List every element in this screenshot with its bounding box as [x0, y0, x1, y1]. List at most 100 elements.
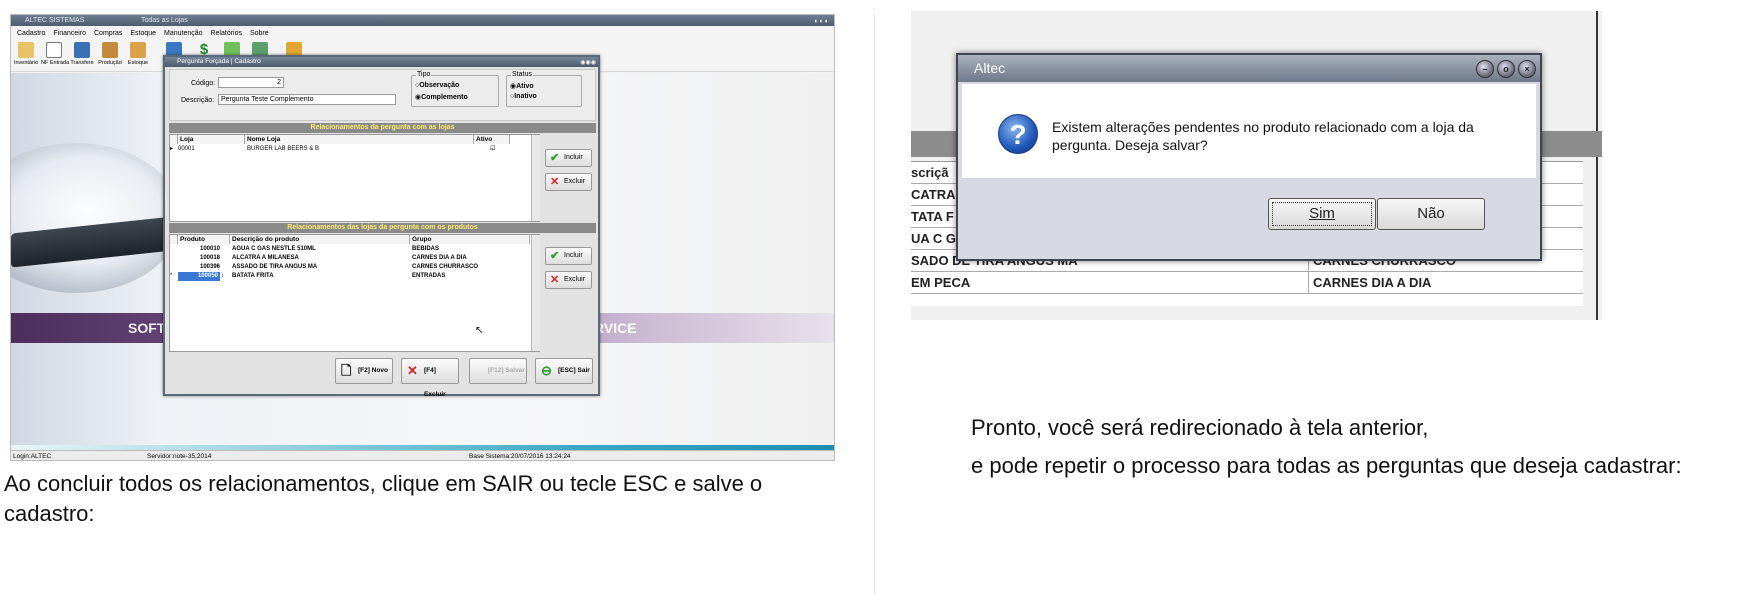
- produtos-section-header: Relacionamentos das lojas da pergunta co…: [169, 223, 596, 233]
- app-subtitle: Todas as Lojas: [141, 17, 188, 24]
- menu-manutencao[interactable]: Manutenção: [164, 30, 203, 37]
- tipo-complemento-radio[interactable]: ◉Complemento: [415, 93, 468, 101]
- dialog-title: Pergunta Forçada | Cadastro: [177, 58, 261, 65]
- status-group: Status ◉Ativo ○Inativo: [506, 71, 582, 107]
- row-pointer-icon: ▸: [170, 146, 174, 152]
- lookup-arrow-icon[interactable]: ↕: [221, 272, 224, 281]
- produtos-scrollbar[interactable]: [531, 235, 540, 351]
- status-label: Status: [511, 71, 533, 78]
- tipo-group: Tipo ○Observação ◉Complemento: [411, 71, 499, 107]
- confirm-titlebar: Altec – o ×: [958, 55, 1540, 82]
- table-row[interactable]: ▸ 00001 BURGER LAB BEERS & B ☑: [170, 145, 539, 154]
- col-produto[interactable]: Produto: [178, 235, 230, 244]
- app-titlebar: ALTEC SISTEMAS Todas as Lojas ◐◐◐: [11, 15, 834, 26]
- form-header: Código: 2 Descrição: Pergunta Teste Comp…: [169, 69, 596, 121]
- produtos-grid: Produto Descrição do produto Grupo 10001…: [169, 234, 540, 352]
- table-row[interactable]: 100010 AGUA C GAS NESTLE 510ML BEBIDAS: [170, 245, 539, 254]
- cell-grupo: CARNES DIA A DIA: [1308, 272, 1431, 294]
- incluir-produto-button[interactable]: ✔ Incluir: [545, 247, 592, 265]
- cell-grupo: ENTRADAS: [412, 273, 446, 279]
- sair-label: [ESC] Sair: [558, 367, 590, 374]
- table-row[interactable]: EM PECA CARNES DIA A DIA: [911, 272, 1583, 294]
- col-ativo[interactable]: Ativo: [474, 135, 510, 144]
- tool-estoque[interactable]: Estoque: [125, 42, 151, 66]
- confirm-title: Altec: [974, 60, 1006, 76]
- menu-sobre[interactable]: Sobre: [250, 30, 269, 37]
- tool-transfere[interactable]: Transfere: [69, 42, 95, 66]
- table-row-selected[interactable]: * 100050 ↕ BATATA FRITA ENTRADAS: [170, 272, 539, 281]
- column-divider: [874, 14, 875, 594]
- col-nome-loja[interactable]: Nome Loja: [245, 135, 474, 144]
- lojas-grid: Loja Nome Loja Ativo ▸ 00001 BURGER LAB …: [169, 134, 540, 222]
- menu-compras[interactable]: Compras: [94, 30, 122, 37]
- menu-estoque[interactable]: Estoque: [130, 30, 156, 37]
- menu-cadastro[interactable]: Cadastro: [17, 30, 45, 37]
- codigo-input[interactable]: 2: [218, 77, 284, 88]
- check-icon: ✔: [550, 152, 560, 164]
- incluir-label: Incluir: [564, 252, 583, 259]
- close-icon[interactable]: ×: [1518, 60, 1536, 78]
- window-edge: [1596, 11, 1598, 320]
- excluir-label: Excluir: [564, 276, 586, 283]
- sair-button[interactable]: ⊖ [ESC] Sair: [535, 358, 593, 384]
- sim-label: Sim: [1309, 205, 1335, 222]
- table-row[interactable]: 100018 ALCATRA A MILANESA CARNES DIA A D…: [170, 254, 539, 263]
- confirm-message: Existem alterações pendentes no produto …: [1052, 119, 1474, 153]
- maximize-icon[interactable]: o: [1497, 60, 1515, 78]
- confirm-dialog: Altec – o × ? Existem alterações pendent…: [956, 53, 1542, 261]
- f4-excluir-button[interactable]: ✕ [F4] Excluir: [401, 358, 459, 398]
- x-icon: ✕: [550, 274, 560, 286]
- novo-button[interactable]: 🗋 [F2] Novo: [335, 358, 393, 384]
- excluir-loja-button[interactable]: ✕ Excluir: [545, 173, 592, 191]
- cell-descricao: AGUA C GAS NESTLE 510ML: [232, 246, 316, 252]
- col-loja[interactable]: Loja: [178, 135, 245, 144]
- row-edit-icon: *: [170, 273, 173, 279]
- tipo-observacao-radio[interactable]: ○Observação: [415, 82, 459, 89]
- col-descricao[interactable]: Descrição do produto: [230, 235, 410, 244]
- table-row[interactable]: 100396 ASSADO DE TIRA ANGUS MA CARNES CH…: [170, 263, 539, 272]
- excluir-label: Excluir: [564, 178, 586, 185]
- mouse-cursor-icon: ↖: [475, 325, 484, 336]
- col-grupo[interactable]: Grupo: [410, 235, 530, 244]
- dialog-titlebar: Pergunta Forçada | Cadastro ◉◉◉: [165, 57, 598, 67]
- pencil-icon: [18, 42, 34, 58]
- band-text-right: RVICE: [594, 320, 637, 336]
- sim-button[interactable]: Sim: [1268, 198, 1376, 230]
- right-screenshot: scriçã CATRA TATA F UA C G SADO DE TIRA …: [911, 11, 1602, 320]
- cell-nome: BURGER LAB BEERS & B: [247, 146, 320, 152]
- lojas-section-header: Relacionamentos da pergunta com as lojas: [169, 123, 596, 133]
- ativo-checkbox[interactable]: ☑: [490, 145, 495, 154]
- confirm-body: ? Existem alterações pendentes no produt…: [962, 84, 1536, 178]
- cell-descricao: UA C G: [911, 231, 957, 246]
- tool-producao[interactable]: Produção: [97, 42, 123, 66]
- salvar-button[interactable]: [F12] Salvar: [469, 358, 527, 384]
- lojas-scrollbar[interactable]: [531, 135, 540, 221]
- back-arrow-icon: ⊖: [541, 363, 552, 378]
- stack-icon: [130, 42, 146, 58]
- incluir-loja-button[interactable]: ✔ Incluir: [545, 149, 592, 167]
- caption-right-line1: Pronto, você será redirecionado à tela a…: [971, 415, 1429, 440]
- tool-inventario[interactable]: Inventário: [13, 42, 39, 66]
- nao-label: Não: [1417, 205, 1445, 222]
- question-icon: ?: [998, 114, 1038, 154]
- col-descricao: scriçã: [911, 165, 949, 180]
- cell-descricao: TATA F: [911, 209, 954, 224]
- status-server: Servidor:note-35,2014: [147, 453, 212, 460]
- descricao-input[interactable]: Pergunta Teste Complemento: [218, 94, 396, 105]
- window-controls[interactable]: ◐◐◐: [814, 16, 830, 27]
- tipo-label: Tipo: [416, 71, 432, 78]
- minimize-icon[interactable]: –: [1476, 60, 1494, 78]
- row-indicator-header: [170, 235, 178, 244]
- nao-button[interactable]: Não: [1377, 198, 1485, 230]
- status-ativo-radio[interactable]: ◉Ativo: [510, 82, 534, 90]
- menu-financeiro[interactable]: Financeiro: [53, 30, 86, 37]
- dialog-window-controls[interactable]: ◉◉◉: [580, 58, 596, 68]
- status-inativo-radio[interactable]: ○Inativo: [510, 93, 537, 100]
- tool-nf-entrada[interactable]: NF Entrada: [41, 42, 69, 66]
- excluir-produto-button[interactable]: ✕ Excluir: [545, 271, 592, 289]
- cell-descricao: BATATA FRITA: [232, 273, 274, 279]
- cell-descricao: EM PECA: [911, 275, 971, 290]
- band-text-left: SOFT: [128, 320, 166, 336]
- cell-produto-editing[interactable]: 100050: [178, 272, 220, 281]
- menu-relatorios[interactable]: Relatórios: [210, 30, 242, 37]
